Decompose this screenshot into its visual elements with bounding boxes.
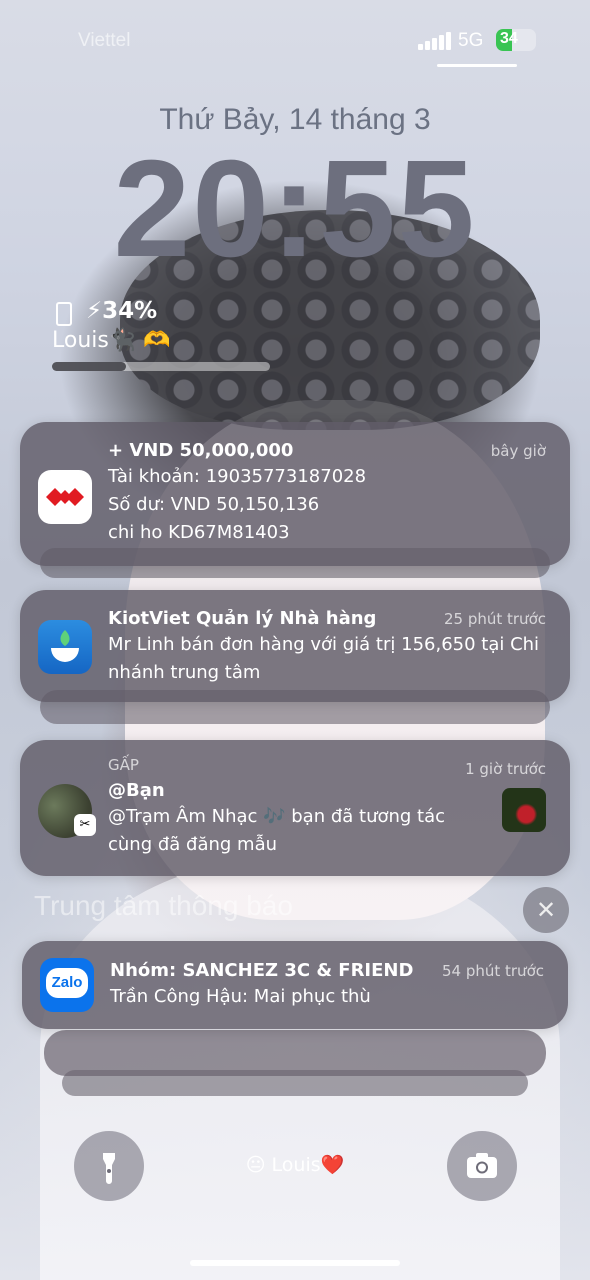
notification-line: chi ho KD67M81403 xyxy=(108,522,290,543)
notification-tag: GẤP xyxy=(108,756,139,774)
carrier-name: Viettel xyxy=(78,30,131,51)
notification-body: Mr Linh bán đơn hàng với giá trị 156,650… xyxy=(108,631,548,687)
phone-icon xyxy=(56,302,72,326)
notification-title: @Bạn xyxy=(108,780,165,801)
notification-line: Mr Linh bán đơn hàng với giá trị 156,650… xyxy=(108,634,540,655)
notification-body: @Trạm Âm Nhạc 🎶 bạn đã tương tác cùng đã… xyxy=(108,803,488,859)
notification-line: cùng đã đăng mẫu xyxy=(108,834,278,855)
techcombank-icon xyxy=(38,470,92,524)
home-indicator[interactable] xyxy=(190,1260,400,1266)
notification-thumbnail xyxy=(502,788,546,832)
zalo-logo-text: Zalo xyxy=(46,968,88,998)
notification-time: 1 giờ trước xyxy=(465,760,546,778)
notification-title: + VND 50,000,000 xyxy=(108,440,294,461)
widget-battery-percent: ⚡34% xyxy=(86,298,158,324)
camera-button[interactable] xyxy=(447,1131,517,1201)
notification-time: bây giờ xyxy=(490,442,546,460)
notification-center-label: Trung tâm thông báo xyxy=(34,890,293,921)
notification-capcut[interactable]: ✂ GẤP 1 giờ trước @Bạn @Trạm Âm Nhạc 🎶 b… xyxy=(20,740,570,876)
battery-widget[interactable]: ⚡34% Louis🐈‍⬛ 🫶 xyxy=(52,298,292,378)
notification-line: Tài khoản: 19035773187028 xyxy=(108,466,367,487)
camera-icon xyxy=(467,1153,497,1178)
stacked-notification-shadow xyxy=(44,1030,546,1076)
notification-body: Tài khoản: 19035773187028 Số dư: VND 50,… xyxy=(108,463,548,547)
notification-bank[interactable]: + VND 50,000,000 bây giờ Tài khoản: 1903… xyxy=(20,422,570,566)
notification-body: Trần Công Hậu: Mai phục thù xyxy=(110,983,550,1011)
notification-zalo[interactable]: Zalo Nhóm: SANCHEZ 3C & FRIEND 54 phút t… xyxy=(22,941,568,1029)
notification-kiotviet[interactable]: KiotViet Quản lý Nhà hàng 25 phút trước … xyxy=(20,590,570,702)
widget-device-owner: Louis🐈‍⬛ 🫶 xyxy=(52,328,171,353)
notification-title: KiotViet Quản lý Nhà hàng xyxy=(108,608,377,629)
notification-time: 25 phút trước xyxy=(443,610,546,628)
notification-line: @Trạm Âm Nhạc 🎶 bạn đã tương tác xyxy=(108,806,446,827)
signal-icon xyxy=(418,32,451,50)
close-icon[interactable]: ✕ xyxy=(523,887,569,933)
notification-line: Trần Công Hậu: Mai phục thù xyxy=(110,986,371,1007)
zalo-icon: Zalo xyxy=(40,958,94,1012)
control-center-indicator[interactable] xyxy=(437,64,517,67)
notification-line: nhánh trung tâm xyxy=(108,662,261,683)
kiotviet-icon xyxy=(38,620,92,674)
status-bar: Viettel 5G 34 xyxy=(0,26,590,56)
lock-time: 20:55 xyxy=(113,132,477,286)
widget-battery-bar xyxy=(52,362,270,371)
battery-level: 34 xyxy=(500,30,518,47)
battery-icon: 34 xyxy=(496,29,536,51)
network-type: 5G xyxy=(458,30,484,51)
capcut-icon: ✂ xyxy=(74,814,96,836)
notification-time: 54 phút trước xyxy=(441,962,544,980)
notification-title: Nhóm: SANCHEZ 3C & FRIEND xyxy=(110,960,414,981)
notification-line: Số dư: VND 50,150,136 xyxy=(108,494,320,515)
